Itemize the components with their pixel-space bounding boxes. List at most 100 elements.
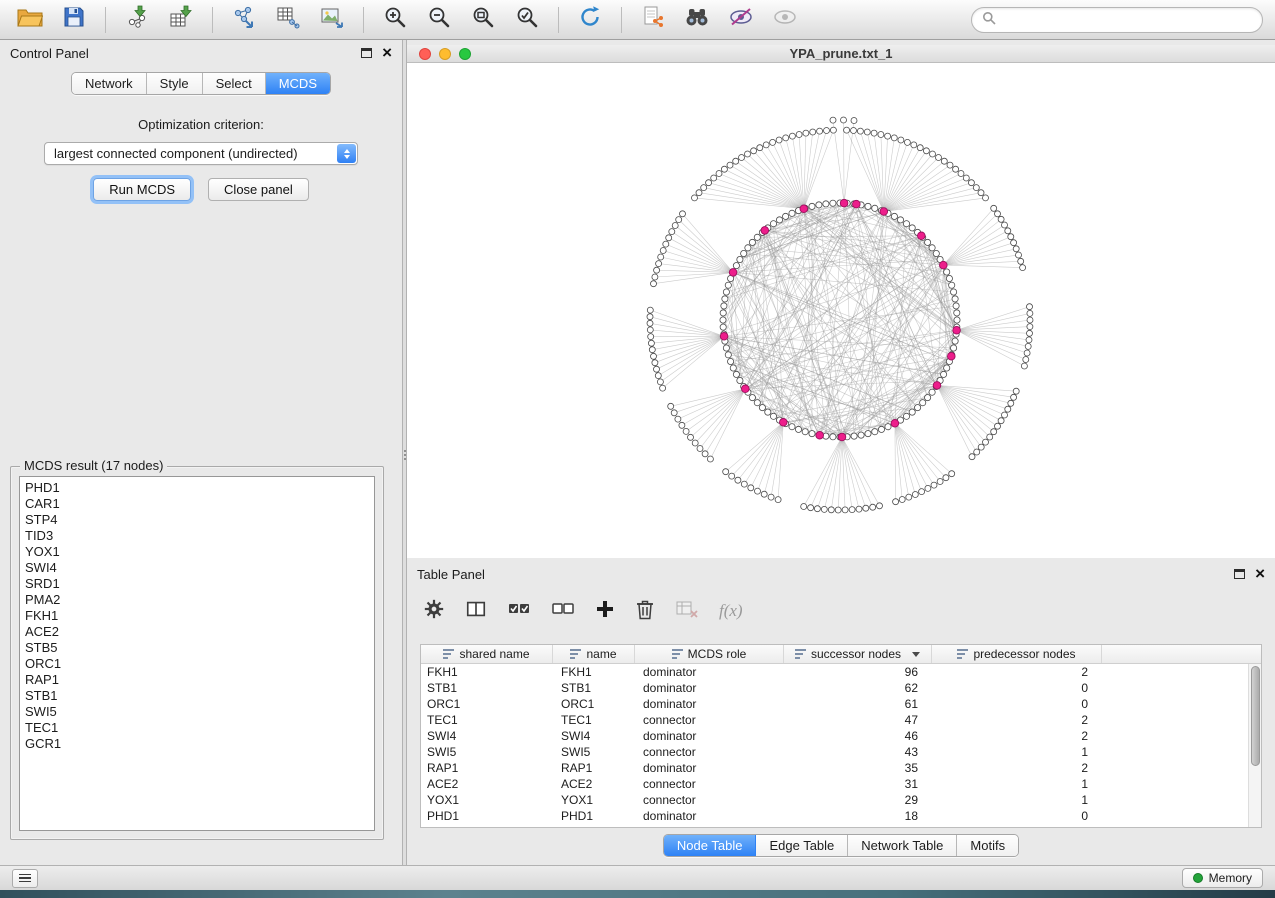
- table-row[interactable]: ORC1ORC1dominator610: [421, 696, 1248, 712]
- table-cell[interactable]: TEC1: [421, 712, 553, 728]
- mcds-result-item[interactable]: STB5: [25, 640, 374, 656]
- table-cell[interactable]: SWI5: [553, 744, 635, 760]
- table-cell[interactable]: 31: [784, 776, 932, 792]
- table-row[interactable]: YOX1YOX1connector291: [421, 792, 1248, 808]
- float-window-icon[interactable]: [361, 48, 372, 58]
- table-cell[interactable]: 62: [784, 680, 932, 696]
- table-cell[interactable]: ACE2: [421, 776, 553, 792]
- function-builder-button[interactable]: f(x): [719, 596, 743, 626]
- delete-table-button[interactable]: [675, 596, 699, 626]
- table-row[interactable]: ACE2ACE2connector311: [421, 776, 1248, 792]
- optimization-criterion-select[interactable]: largest connected component (undirected): [44, 142, 358, 165]
- table-cell[interactable]: 46: [784, 728, 932, 744]
- open-session-button[interactable]: [10, 4, 50, 36]
- table-cell[interactable]: dominator: [635, 728, 784, 744]
- export-table-button[interactable]: [268, 4, 308, 36]
- mcds-result-item[interactable]: ACE2: [25, 624, 374, 640]
- table-cell[interactable]: FKH1: [421, 664, 553, 680]
- table-cell[interactable]: 1: [932, 744, 1102, 760]
- search-field[interactable]: [971, 7, 1263, 33]
- tab-node-table[interactable]: Node Table: [664, 835, 757, 856]
- table-cell[interactable]: STB1: [553, 680, 635, 696]
- zoom-selected-button[interactable]: [507, 4, 547, 36]
- table-cell[interactable]: 47: [784, 712, 932, 728]
- mcds-result-item[interactable]: ORC1: [25, 656, 374, 672]
- table-cell[interactable]: 96: [784, 664, 932, 680]
- tab-edge-table[interactable]: Edge Table: [756, 835, 848, 856]
- save-session-button[interactable]: [54, 4, 94, 36]
- scrollbar-thumb[interactable]: [1251, 666, 1260, 766]
- export-webpage-button[interactable]: [633, 4, 673, 36]
- table-cell[interactable]: 0: [932, 680, 1102, 696]
- column-header-successor-nodes[interactable]: successor nodes: [784, 645, 932, 663]
- table-row[interactable]: STB1STB1dominator620: [421, 680, 1248, 696]
- column-header-mcds-role[interactable]: MCDS role: [635, 645, 784, 663]
- refresh-button[interactable]: [570, 4, 610, 36]
- table-row[interactable]: TEC1TEC1connector472: [421, 712, 1248, 728]
- table-cell[interactable]: SWI4: [421, 728, 553, 744]
- table-cell[interactable]: 1: [932, 776, 1102, 792]
- zoom-fit-button[interactable]: [463, 4, 503, 36]
- table-row[interactable]: SWI5SWI5connector431: [421, 744, 1248, 760]
- tab-motifs[interactable]: Motifs: [957, 835, 1018, 856]
- table-cell[interactable]: connector: [635, 744, 784, 760]
- mcds-result-item[interactable]: TEC1: [25, 720, 374, 736]
- table-cell[interactable]: connector: [635, 792, 784, 808]
- table-cell[interactable]: ORC1: [421, 696, 553, 712]
- zoom-out-button[interactable]: [419, 4, 459, 36]
- close-panel-button[interactable]: Close panel: [208, 178, 309, 201]
- table-cell[interactable]: dominator: [635, 664, 784, 680]
- delete-column-button[interactable]: [635, 596, 655, 626]
- table-cell[interactable]: ACE2: [553, 776, 635, 792]
- column-settings-button[interactable]: [423, 596, 445, 626]
- table-cell[interactable]: 2: [932, 760, 1102, 776]
- table-cell[interactable]: dominator: [635, 696, 784, 712]
- show-columns-button[interactable]: [465, 596, 487, 626]
- table-cell[interactable]: 35: [784, 760, 932, 776]
- mcds-result-item[interactable]: CAR1: [25, 496, 374, 512]
- mcds-result-item[interactable]: SWI4: [25, 560, 374, 576]
- table-cell[interactable]: 2: [932, 712, 1102, 728]
- table-row[interactable]: FKH1FKH1dominator962: [421, 664, 1248, 680]
- search-input[interactable]: [1003, 12, 1252, 29]
- column-header-shared-name[interactable]: shared name: [421, 645, 553, 663]
- table-cell[interactable]: 1: [932, 792, 1102, 808]
- panel-menu-button[interactable]: [12, 869, 38, 888]
- add-column-button[interactable]: [595, 596, 615, 626]
- table-cell[interactable]: TEC1: [553, 712, 635, 728]
- tab-style[interactable]: Style: [147, 73, 203, 94]
- mcds-result-item[interactable]: STP4: [25, 512, 374, 528]
- tab-select[interactable]: Select: [203, 73, 266, 94]
- import-network-button[interactable]: [117, 4, 157, 36]
- mcds-result-item[interactable]: PMA2: [25, 592, 374, 608]
- table-cell[interactable]: 0: [932, 696, 1102, 712]
- mcds-result-item[interactable]: SRD1: [25, 576, 374, 592]
- show-details-button[interactable]: [765, 4, 805, 36]
- table-cell[interactable]: 29: [784, 792, 932, 808]
- deselect-all-button[interactable]: [551, 596, 575, 626]
- export-network-button[interactable]: [224, 4, 264, 36]
- table-row[interactable]: RAP1RAP1dominator352: [421, 760, 1248, 776]
- table-cell[interactable]: SWI4: [553, 728, 635, 744]
- table-cell[interactable]: 2: [932, 664, 1102, 680]
- table-cell[interactable]: STB1: [421, 680, 553, 696]
- mcds-result-item[interactable]: TID3: [25, 528, 374, 544]
- table-cell[interactable]: 18: [784, 808, 932, 824]
- table-cell[interactable]: 43: [784, 744, 932, 760]
- run-mcds-button[interactable]: Run MCDS: [93, 178, 191, 201]
- mcds-result-item[interactable]: YOX1: [25, 544, 374, 560]
- close-icon[interactable]: ×: [1255, 568, 1265, 580]
- network-svg[interactable]: [407, 63, 1275, 558]
- tab-network[interactable]: Network: [72, 73, 147, 94]
- table-cell[interactable]: YOX1: [421, 792, 553, 808]
- table-cell[interactable]: PHD1: [421, 808, 553, 824]
- mcds-result-item[interactable]: RAP1: [25, 672, 374, 688]
- memory-button[interactable]: Memory: [1182, 868, 1263, 888]
- table-cell[interactable]: SWI5: [421, 744, 553, 760]
- mcds-result-item[interactable]: SWI5: [25, 704, 374, 720]
- zoom-in-button[interactable]: [375, 4, 415, 36]
- network-canvas[interactable]: [407, 63, 1275, 558]
- table-cell[interactable]: 2: [932, 728, 1102, 744]
- tab-mcds[interactable]: MCDS: [266, 73, 330, 94]
- table-cell[interactable]: FKH1: [553, 664, 635, 680]
